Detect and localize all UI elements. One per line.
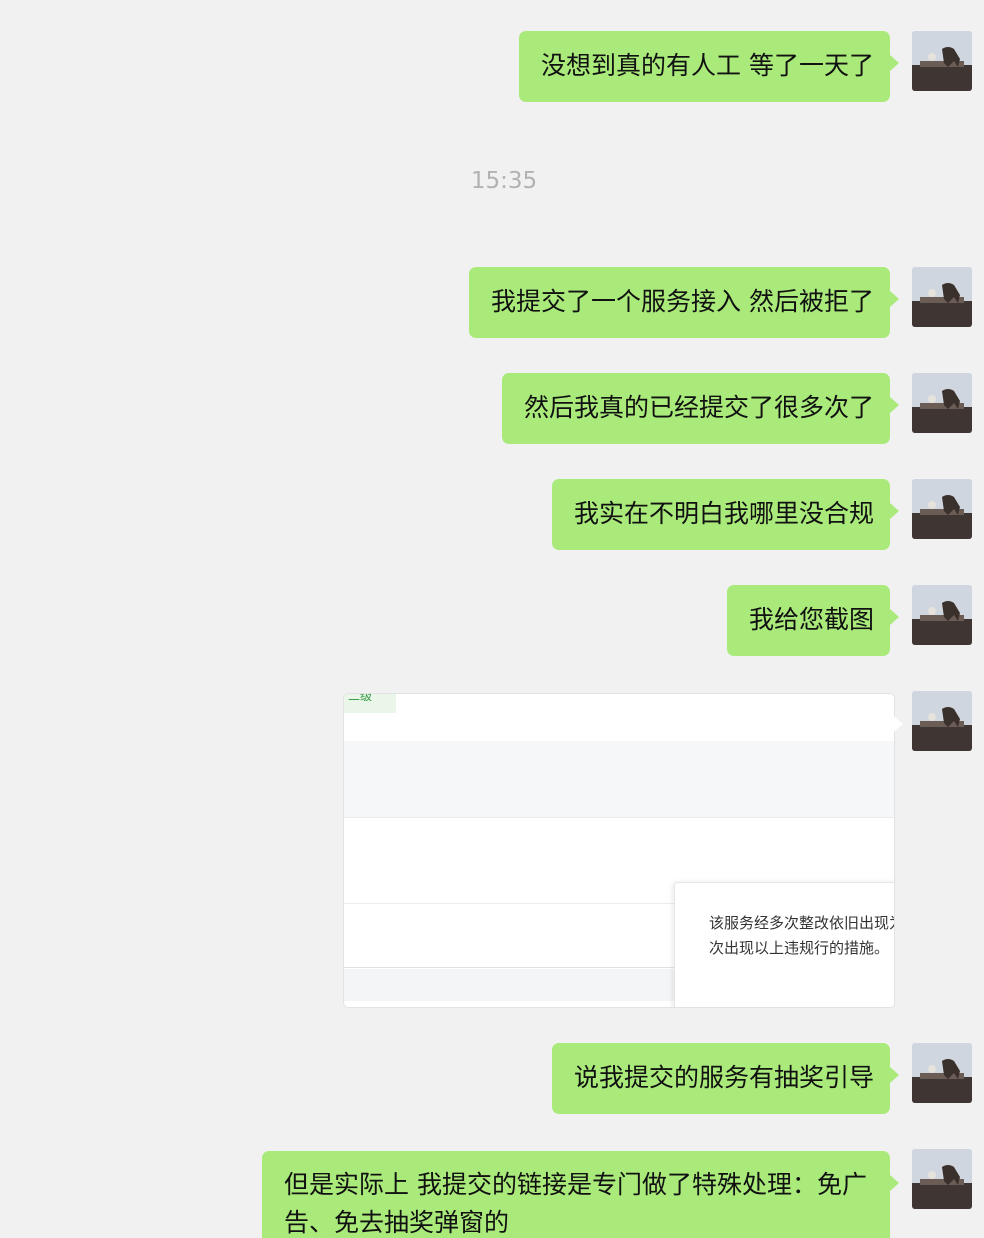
screenshot-rejection-popup: 该服务经多次整改依旧出现为，若再次出现以上违规行的措施。 (674, 882, 894, 1007)
screenshot-image-message[interactable]: 二级 该服务经多次整改依旧出现为，若再次出现以上违规行的措施。 (343, 693, 895, 1008)
screenshot-divider (344, 817, 894, 818)
screenshot-corner-tag: 二级 (344, 694, 396, 713)
avatar-photo-icon (912, 585, 972, 645)
image-bubble-arrow (894, 716, 903, 732)
message-text: 没想到真的有人工 等了一天了 (541, 51, 874, 80)
user-avatar[interactable] (912, 31, 972, 91)
screenshot-header-band (344, 741, 894, 817)
message-text: 但是实际上 我提交的链接是专门做了特殊处理：免广告、免去抽奖弹窗的 (284, 1170, 867, 1237)
avatar-photo-icon (912, 31, 972, 91)
avatar-photo-icon (912, 267, 972, 327)
avatar-photo-icon (912, 1149, 972, 1209)
message-bubble[interactable]: 我实在不明白我哪里没合规 (551, 479, 900, 550)
message-text: 然后我真的已经提交了很多次了 (523, 393, 874, 422)
user-avatar[interactable] (912, 691, 972, 751)
message-bubble[interactable]: 我给您截图 (726, 585, 900, 656)
message-text: 说我提交的服务有抽奖引导 (573, 1063, 874, 1092)
message-bubble[interactable]: 说我提交的服务有抽奖引导 (551, 1043, 900, 1114)
message-bubble[interactable]: 但是实际上 我提交的链接是专门做了特殊处理：免广告、免去抽奖弹窗的 (262, 1151, 899, 1238)
message-bubble[interactable]: 然后我真的已经提交了很多次了 (501, 373, 900, 444)
chat-window: 没想到真的有人工 等了一天了 15:35 我提交了一个服务接入 然后被拒了 然后… (0, 0, 984, 1238)
user-avatar[interactable] (912, 585, 972, 645)
message-text: 我提交了一个服务接入 然后被拒了 (491, 287, 874, 316)
avatar-photo-icon (912, 373, 972, 433)
screenshot-corner-text: 二级 (348, 693, 373, 703)
message-bubble[interactable]: 我提交了一个服务接入 然后被拒了 (469, 267, 899, 338)
message-text: 我给您截图 (748, 605, 874, 634)
user-avatar[interactable] (912, 267, 972, 327)
avatar-photo-icon (912, 1043, 972, 1103)
user-avatar[interactable] (912, 479, 972, 539)
user-avatar[interactable] (912, 1149, 972, 1209)
avatar-photo-icon (912, 479, 972, 539)
message-bubble[interactable]: 没想到真的有人工 等了一天了 (519, 31, 899, 102)
screenshot-popup-text: 该服务经多次整改依旧出现为，若再次出现以上违规行的措施。 (709, 914, 894, 957)
avatar-photo-icon (912, 691, 972, 751)
timestamp: 15:35 (470, 168, 538, 194)
message-text: 我实在不明白我哪里没合规 (573, 499, 874, 528)
user-avatar[interactable] (912, 373, 972, 433)
user-avatar[interactable] (912, 1043, 972, 1103)
